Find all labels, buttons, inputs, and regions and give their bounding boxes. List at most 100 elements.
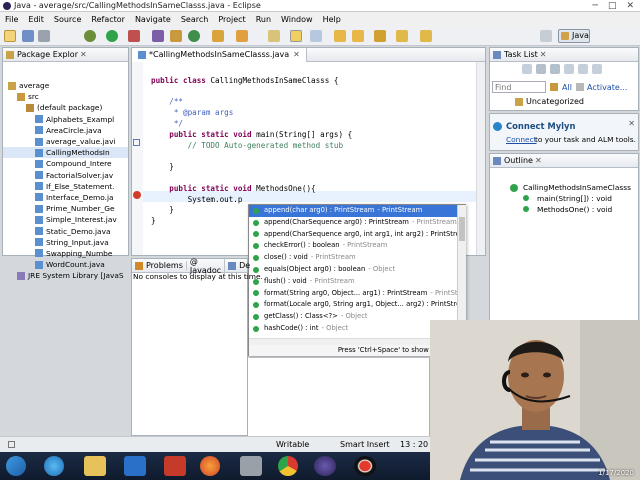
content-assist-item[interactable]: format(Locale arg0, String arg1, Object.… xyxy=(249,299,457,311)
new-task-icon[interactable] xyxy=(522,64,532,74)
external-tools-icon[interactable] xyxy=(128,30,140,42)
content-assist-item[interactable]: flush() : void - PrintStream xyxy=(249,276,457,288)
outline-tab[interactable]: Outline ✕ xyxy=(490,154,638,168)
prev-annotation-icon[interactable] xyxy=(352,30,364,42)
last-edit-icon[interactable] xyxy=(374,30,386,42)
tree-item[interactable]: Simple_Interest.jav xyxy=(3,214,128,225)
scrollbar-thumb[interactable] xyxy=(459,217,465,241)
app-icon[interactable] xyxy=(240,456,262,476)
search-icon[interactable] xyxy=(236,30,248,42)
editor-tab[interactable]: *CallingMethodsInSameClasss.java ✕ xyxy=(132,47,307,62)
tree-item[interactable]: JRE System Library [JavaS xyxy=(3,270,128,281)
new-java-project-icon[interactable] xyxy=(152,30,164,42)
menu-refactor[interactable]: Refactor xyxy=(86,15,130,24)
eclipse-taskbar-icon[interactable] xyxy=(314,456,336,476)
open-type-icon[interactable] xyxy=(212,30,224,42)
toggle-highlight-icon[interactable] xyxy=(290,30,302,42)
menu-navigate[interactable]: Navigate xyxy=(130,15,176,24)
mylyn-connect-link[interactable]: Connect xyxy=(506,135,537,144)
tree-item[interactable]: Swapping_Numbe xyxy=(3,248,128,259)
outline-close-icon[interactable]: ✕ xyxy=(535,156,542,165)
content-assist-item[interactable]: format(String arg0, Object... arg1) : Pr… xyxy=(249,288,457,300)
tree-item[interactable]: Alphabets_Exampl xyxy=(3,114,128,125)
tree-item[interactable]: src xyxy=(3,91,128,102)
internet-explorer-icon[interactable] xyxy=(44,456,64,476)
tree-item[interactable]: average_value.javi xyxy=(3,136,128,147)
activate-icon[interactable] xyxy=(576,83,584,91)
run-icon[interactable] xyxy=(106,30,118,42)
tree-item[interactable]: Interface_Demo.ja xyxy=(3,192,128,203)
close-view-icon[interactable]: ✕ xyxy=(80,50,87,59)
app-icon[interactable] xyxy=(164,456,186,476)
tree-item[interactable]: WordCount.java xyxy=(3,259,128,270)
menu-search[interactable]: Search xyxy=(176,15,213,24)
editor-scrollbar[interactable] xyxy=(476,62,485,255)
windows-start-icon[interactable] xyxy=(6,456,26,476)
categorized-icon[interactable] xyxy=(536,64,546,74)
maximize-button[interactable]: □ xyxy=(608,1,617,11)
back-icon[interactable] xyxy=(396,30,408,42)
tree-item[interactable]: CallingMethodsIn xyxy=(3,147,128,159)
tree-item[interactable]: If_Else_Statement. xyxy=(3,181,128,192)
mylyn-close-icon[interactable]: ✕ xyxy=(628,119,635,128)
forward-icon[interactable] xyxy=(420,30,432,42)
activate-link[interactable]: Activate... xyxy=(587,83,627,92)
sync-icon[interactable] xyxy=(592,64,602,74)
task-list-close-icon[interactable]: ✕ xyxy=(540,50,547,59)
tree-item[interactable]: average xyxy=(3,80,128,91)
tree-item[interactable]: AreaCircle.java xyxy=(3,125,128,136)
tree-item[interactable]: (default package) xyxy=(3,102,128,113)
menu-window[interactable]: Window xyxy=(276,15,318,24)
menu-project[interactable]: Project xyxy=(213,15,250,24)
tree-item[interactable]: String_Input.java xyxy=(3,237,128,248)
firefox-icon[interactable] xyxy=(200,456,220,476)
collapse-all-icon[interactable] xyxy=(578,64,588,74)
recorder-icon[interactable] xyxy=(354,456,376,476)
new-icon[interactable] xyxy=(4,30,16,42)
file-explorer-icon[interactable] xyxy=(84,456,106,476)
menu-edit[interactable]: Edit xyxy=(23,15,49,24)
menu-help[interactable]: Help xyxy=(318,15,346,24)
show-whitespace-icon[interactable] xyxy=(310,30,322,42)
tree-item[interactable]: Prime_Number_Ge xyxy=(3,203,128,214)
debug-icon[interactable] xyxy=(84,30,96,42)
media-player-icon[interactable] xyxy=(124,456,146,476)
tab-problems[interactable]: Problems xyxy=(132,261,187,270)
new-class-icon[interactable] xyxy=(188,30,200,42)
menu-source[interactable]: Source xyxy=(49,15,86,24)
content-assist-item[interactable]: append(CharSequence arg0, int arg1, int … xyxy=(249,229,457,241)
content-assist-item[interactable]: hashCode() : int - Object xyxy=(249,323,457,335)
java-perspective-button[interactable]: Java xyxy=(558,29,590,43)
content-assist-item[interactable]: getClass() : Class<?> - Object xyxy=(249,311,457,323)
minimize-button[interactable]: ─ xyxy=(593,1,598,11)
close-button[interactable]: ✕ xyxy=(626,1,634,11)
menu-run[interactable]: Run xyxy=(251,15,276,24)
outline-method-methodsone[interactable]: MethodsOne() : void xyxy=(537,205,612,214)
open-perspective-icon[interactable] xyxy=(540,30,552,42)
save-icon[interactable] xyxy=(22,30,34,42)
next-annotation-icon[interactable] xyxy=(334,30,346,42)
tree-item[interactable]: Compound_Intere xyxy=(3,158,128,169)
content-assist-item[interactable]: equals(Object arg0) : boolean - Object xyxy=(249,264,457,276)
menu-file[interactable]: File xyxy=(0,15,23,24)
tree-item[interactable]: FactorialSolver.jav xyxy=(3,170,128,181)
task-list-tab[interactable]: Task List ✕ xyxy=(490,48,638,62)
code-area[interactable]: public class CallingMethodsInSameClasss … xyxy=(151,65,352,227)
new-package-icon[interactable] xyxy=(170,30,182,42)
scheduled-icon[interactable] xyxy=(550,64,560,74)
task-all-icon[interactable] xyxy=(550,83,558,91)
content-assist-item[interactable]: append(CharSequence arg0) : PrintStream -… xyxy=(249,217,457,229)
tree-item[interactable]: Static_Demo.java xyxy=(3,225,128,236)
task-find-input[interactable] xyxy=(492,81,546,93)
content-assist-item[interactable]: close() : void - PrintStream xyxy=(249,252,457,264)
toggle-mark-icon[interactable] xyxy=(268,30,280,42)
close-tab-icon[interactable]: ✕ xyxy=(293,50,300,59)
outline-class-name[interactable]: CallingMethodsInSameClasss xyxy=(523,183,631,192)
package-explorer-tab[interactable]: Package Explor ✕ xyxy=(3,48,128,62)
chrome-icon[interactable] xyxy=(278,456,298,476)
print-icon[interactable] xyxy=(38,30,50,42)
tab-declaration[interactable]: De xyxy=(225,261,253,270)
task-all-label[interactable]: All xyxy=(562,83,572,92)
outline-method-main[interactable]: main(String[]) : void xyxy=(537,194,612,203)
content-assist-scrollbar[interactable] xyxy=(457,205,466,338)
